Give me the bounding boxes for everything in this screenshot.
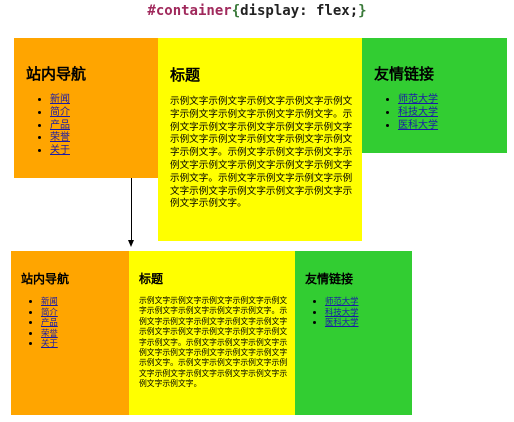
bottom-nav-item: 荣誉 — [41, 328, 129, 339]
top-main-column: 标题 示例文字示例文字示例文字示例文字示例文字示例文字示例文字示例文字示例文字。… — [158, 38, 362, 241]
bottom-main-column: 标题 示例文字示例文字示例文字示例文字示例文字示例文字示例文字示例文字示例文字。… — [129, 251, 295, 415]
top-nav-item: 产品 — [50, 120, 158, 133]
css-caption: #container{display: flex;} — [0, 2, 514, 20]
bottom-main-text: 示例文字示例文字示例文字示例文字示例文字示例文字示例文字示例文字示例文字。示例文… — [139, 296, 288, 389]
arrow-down-icon — [128, 240, 134, 247]
bottom-nav-link-products[interactable]: 产品 — [41, 317, 58, 327]
bottom-links-title: 友情链接 — [305, 272, 354, 286]
bottom-nav-item: 新闻 — [41, 296, 129, 307]
bottom-nav-link-honors[interactable]: 荣誉 — [41, 328, 58, 338]
bottom-links-item: 科技大学 — [325, 307, 412, 318]
top-links-item: 师范大学 — [398, 94, 507, 107]
top-links-item: 科技大学 — [398, 107, 507, 120]
bottom-link-tech-university[interactable]: 科技大学 — [325, 307, 359, 317]
bottom-link-medical-university[interactable]: 医科大学 — [325, 317, 359, 327]
top-link-medical-university[interactable]: 医科大学 — [398, 120, 438, 131]
top-links-item: 医科大学 — [398, 120, 507, 133]
bottom-main-title: 标题 — [139, 272, 164, 286]
bottom-nav-title: 站内导航 — [21, 272, 70, 286]
bottom-link-normal-university[interactable]: 师范大学 — [325, 296, 359, 306]
top-link-tech-university[interactable]: 科技大学 — [398, 107, 438, 118]
top-nav-item: 荣誉 — [50, 132, 158, 145]
bottom-links-list: 师范大学 科技大学 医科大学 — [305, 296, 412, 328]
top-main-title: 标题 — [170, 66, 201, 84]
bottom-links-item: 师范大学 — [325, 296, 412, 307]
bottom-nav-link-about[interactable]: 关于 — [41, 338, 58, 348]
top-nav-link-honors[interactable]: 荣誉 — [50, 132, 70, 143]
bottom-nav-item: 简介 — [41, 307, 129, 318]
top-nav-title: 站内导航 — [26, 65, 87, 83]
top-links-list: 师范大学 科技大学 医科大学 — [374, 94, 507, 132]
top-main-text: 示例文字示例文字示例文字示例文字示例文字示例文字示例文字示例文字示例文字。示例文… — [170, 96, 353, 210]
arrow-line — [131, 178, 132, 241]
bottom-links-column: 友情链接 师范大学 科技大学 医科大学 — [295, 251, 412, 415]
bottom-links-item: 医科大学 — [325, 317, 412, 328]
bottom-nav-list: 新闻 简介 产品 荣誉 关于 — [21, 296, 129, 349]
caption-declaration: display: flex; — [240, 3, 359, 19]
top-nav-link-news[interactable]: 新闻 — [50, 94, 70, 105]
top-nav-list: 新闻 简介 产品 荣誉 关于 — [26, 94, 158, 158]
top-nav-link-products[interactable]: 产品 — [50, 120, 70, 131]
bottom-nav-item: 关于 — [41, 338, 129, 349]
top-links-column: 友情链接 师范大学 科技大学 医科大学 — [362, 38, 507, 153]
bottom-nav-column: 站内导航 新闻 简介 产品 荣誉 关于 — [11, 251, 129, 415]
bottom-nav-link-news[interactable]: 新闻 — [41, 296, 58, 306]
top-links-title: 友情链接 — [374, 65, 435, 83]
top-nav-link-intro[interactable]: 简介 — [50, 107, 70, 118]
top-nav-item: 新闻 — [50, 94, 158, 107]
bottom-nav-link-intro[interactable]: 简介 — [41, 307, 58, 317]
caption-open-brace: { — [231, 3, 241, 19]
caption-close-brace: } — [358, 3, 367, 19]
top-nav-column: 站内导航 新闻 简介 产品 荣誉 关于 — [14, 38, 158, 178]
top-link-normal-university[interactable]: 师范大学 — [398, 94, 438, 105]
caption-selector: #container — [147, 3, 232, 19]
top-nav-link-about[interactable]: 关于 — [50, 145, 70, 156]
bottom-nav-item: 产品 — [41, 317, 129, 328]
top-nav-item: 关于 — [50, 145, 158, 158]
top-nav-item: 简介 — [50, 107, 158, 120]
